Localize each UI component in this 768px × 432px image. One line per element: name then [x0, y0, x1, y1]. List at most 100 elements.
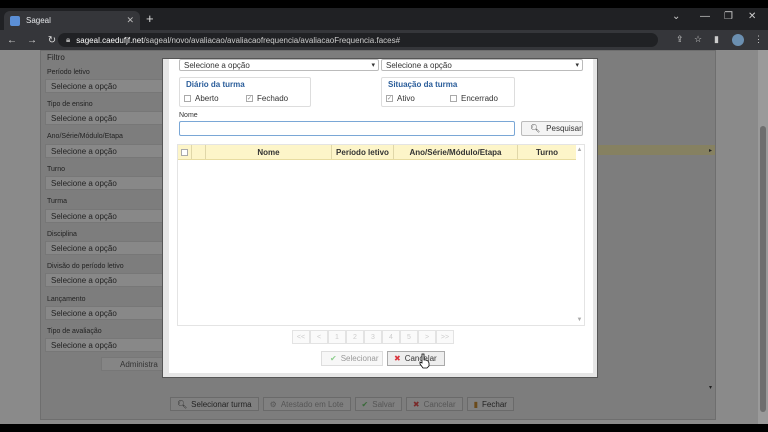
tab-search-icon[interactable]: ⌄ — [672, 11, 680, 22]
scroll-down-icon[interactable]: ▾ — [709, 384, 712, 391]
tipo-avaliacao-select[interactable]: Selecione a opção — [45, 338, 167, 352]
ano-serie-select[interactable]: Selecione a opção — [45, 144, 167, 158]
scrollbar-thumb[interactable] — [760, 126, 766, 412]
star-icon[interactable]: ☆ — [694, 34, 702, 45]
divisao-select[interactable]: Selecione a opção — [45, 273, 167, 287]
url-path: /sageal/novo/avaliacao/avaliacaofrequenc… — [143, 35, 401, 45]
prev-page-button[interactable]: < — [310, 330, 328, 344]
modal-select-left[interactable]: Selecione a opção ▾ — [179, 59, 379, 71]
lancamento-select[interactable]: Selecione a opção — [45, 306, 167, 320]
page-button[interactable]: 5 — [400, 330, 418, 344]
sidebar-icon[interactable]: ▮ — [714, 34, 719, 45]
browser-tab[interactable]: Sageal ✕ — [4, 11, 140, 30]
atestado-label: Atestado em Lote — [280, 399, 344, 409]
page-button[interactable]: 4 — [382, 330, 400, 344]
page-button[interactable]: 2 — [346, 330, 364, 344]
search-icon: 🔍︎ — [530, 124, 541, 133]
column-header[interactable]: Turno — [518, 145, 576, 159]
column-header[interactable]: Nome — [206, 145, 332, 159]
close-window-icon[interactable]: ✕ — [748, 11, 756, 22]
first-page-button[interactable]: << — [292, 330, 310, 344]
page-button[interactable]: 3 — [364, 330, 382, 344]
fechado-checkbox[interactable]: ✓ Fechado — [246, 94, 288, 103]
restore-icon[interactable]: ❐ — [724, 11, 733, 22]
aberto-checkbox[interactable]: Aberto — [184, 94, 219, 103]
close-label: Fechar — [482, 399, 507, 409]
cancel-button[interactable]: ✖ Cancelar — [405, 397, 463, 411]
chevron-down-icon: ▾ — [371, 62, 375, 69]
field-label: Turma — [47, 198, 67, 205]
page-scrollbar[interactable] — [758, 50, 768, 424]
action-toolbar: 🔍︎ Selecionar turma ⚙ Atestado em Lote ✔… — [170, 397, 514, 411]
field-label: Disciplina — [47, 231, 77, 238]
address-bar-row: ← → ↻ 🔒︎ sageal.caedufjf.net /sageal/nov… — [0, 30, 768, 50]
atestado-button[interactable]: ⚙ Atestado em Lote — [262, 397, 351, 411]
table-header: Nome Período letivo Ano/Série/Módulo/Eta… — [178, 145, 576, 160]
menu-icon[interactable]: ⋮ — [754, 34, 763, 45]
field-label: Tipo de avaliação — [47, 328, 102, 335]
favicon-icon — [10, 15, 20, 26]
check-icon: ✔ — [330, 354, 337, 363]
expand-arrow-icon[interactable]: ▸ — [709, 147, 712, 154]
field-label: Período letivo — [47, 69, 90, 76]
encerrado-label: Encerrado — [461, 94, 498, 103]
modal-select-right[interactable]: Selecione a opção ▾ — [381, 59, 583, 71]
field-label: Turno — [47, 166, 66, 173]
scroll-up-icon[interactable]: ▲ — [575, 147, 584, 153]
last-page-button[interactable]: >> — [436, 330, 454, 344]
checkbox-box: ✓ — [386, 95, 393, 102]
share-icon[interactable]: ⇪ — [676, 34, 684, 45]
tab-title: Sageal — [26, 16, 51, 25]
disciplina-select[interactable]: Selecione a opção — [45, 241, 167, 255]
modal-body: Selecione a opção ▾ Selecione a opção ▾ … — [169, 59, 593, 373]
door-icon: ▮ — [473, 399, 479, 409]
ativo-label: Ativo — [397, 94, 415, 103]
filter-title: Filtro — [47, 53, 65, 62]
encerrado-checkbox[interactable]: Encerrado — [450, 94, 498, 103]
save-button[interactable]: ✔ Salvar — [354, 397, 402, 411]
select-button[interactable]: ✔ Selecionar — [321, 351, 383, 366]
modal-cancel-button[interactable]: ✖ Cancelar — [387, 351, 445, 366]
avatar[interactable] — [732, 34, 744, 46]
aberto-label: Aberto — [195, 94, 219, 103]
chevron-down-icon: ▾ — [575, 62, 579, 69]
select-class-button[interactable]: 🔍︎ Selecionar turma — [170, 397, 259, 411]
tipo-ensino-select[interactable]: Selecione a opção — [45, 111, 167, 125]
modal-select-left-value: Selecione a opção — [184, 61, 250, 70]
name-label: Nome — [179, 112, 198, 119]
name-input[interactable] — [179, 121, 515, 136]
next-page-button[interactable]: > — [418, 330, 436, 344]
url-bar[interactable]: 🔒︎ sageal.caedufjf.net /sageal/novo/aval… — [58, 33, 658, 47]
url-host: sageal.caedufjf.net — [76, 35, 144, 45]
minimize-icon[interactable]: — — [700, 11, 710, 22]
table-scrollbar[interactable]: ▲ ▼ — [575, 145, 584, 325]
x-icon: ✖ — [394, 354, 401, 363]
checkbox-box — [450, 95, 457, 102]
turma-select[interactable]: Selecione a opção — [45, 209, 167, 223]
document-icon: ⚙ — [269, 399, 277, 409]
field-label: Ano/Série/Módulo/Etapa — [47, 133, 123, 140]
check-icon: ✔ — [361, 399, 369, 409]
search-button[interactable]: 🔍︎ Pesquisar — [521, 121, 583, 136]
x-icon: ✖ — [412, 399, 420, 409]
turno-select[interactable]: Selecione a opção — [45, 176, 167, 190]
checkbox-box — [184, 95, 191, 102]
scroll-down-icon[interactable]: ▼ — [575, 317, 584, 323]
results-table: Nome Período letivo Ano/Série/Módulo/Eta… — [177, 144, 585, 326]
new-tab-button[interactable]: + — [146, 11, 154, 26]
column-header[interactable]: Ano/Série/Módulo/Etapa — [394, 145, 518, 159]
close-button[interactable]: ▮ Fechar — [466, 397, 514, 411]
page-button[interactable]: 1 — [328, 330, 346, 344]
back-icon[interactable]: ← — [4, 35, 20, 46]
field-label: Tipo de ensino — [47, 101, 93, 108]
diario-title: Diário da turma — [186, 80, 245, 89]
select-all-checkbox[interactable] — [178, 145, 192, 159]
periodo-select[interactable]: Selecione a opção — [45, 79, 167, 93]
lock-icon: 🔒︎ — [66, 35, 71, 44]
select-class-label: Selecionar turma — [191, 399, 252, 409]
forward-icon[interactable]: → — [24, 35, 40, 46]
ativo-checkbox[interactable]: ✓ Ativo — [386, 94, 415, 103]
column-header[interactable]: Período letivo — [332, 145, 394, 159]
tab-close-icon[interactable]: ✕ — [126, 15, 134, 26]
administrar-button[interactable]: Administra — [101, 357, 167, 371]
